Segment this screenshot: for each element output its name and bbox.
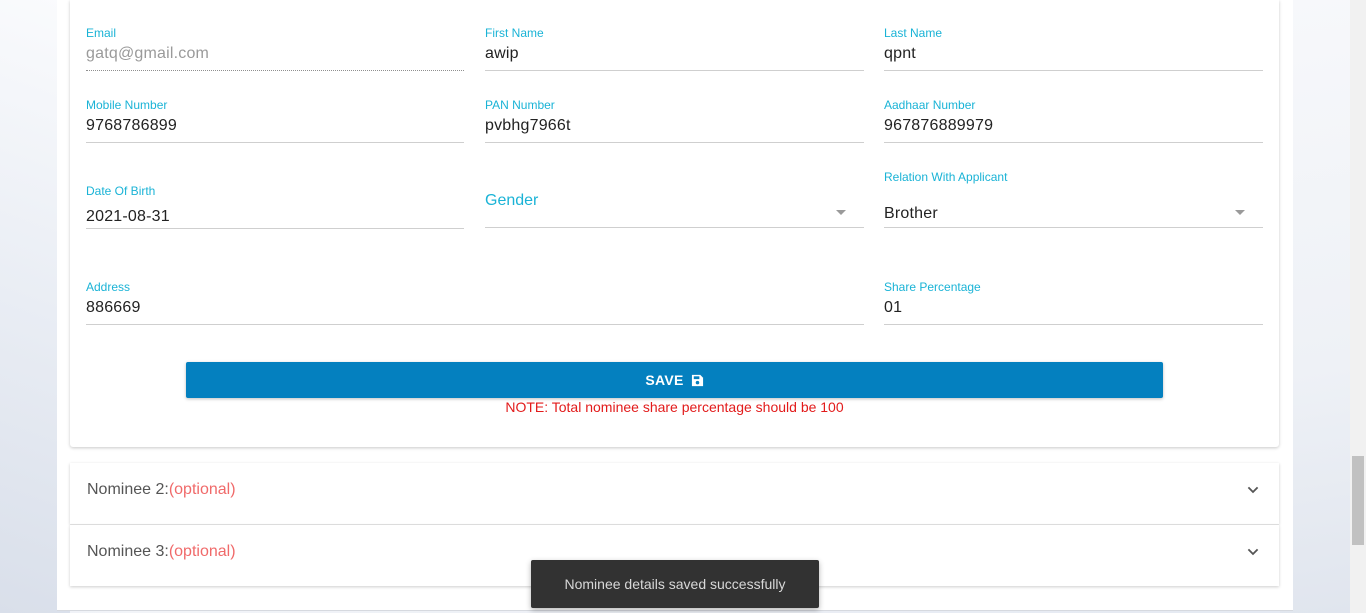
relation-value: Brother bbox=[884, 205, 938, 222]
date-of-birth-label: Date Of Birth bbox=[86, 184, 156, 198]
save-button[interactable]: SAVE bbox=[186, 362, 1163, 398]
success-toast: Nominee details saved successfully bbox=[531, 560, 819, 608]
first-name-underline bbox=[485, 70, 864, 71]
pan-number-label: PAN Number bbox=[485, 98, 555, 112]
share-percentage-underline bbox=[884, 324, 1263, 325]
first-name-field[interactable]: First Name awip bbox=[485, 24, 864, 74]
email-label: Email bbox=[86, 26, 117, 40]
date-of-birth-underline bbox=[86, 228, 464, 229]
chevron-down-icon[interactable] bbox=[1247, 486, 1259, 494]
aadhaar-number-field[interactable]: Aadhaar Number 967876889979 bbox=[884, 96, 1263, 146]
nominee-2-title: Nominee 2:(optional) bbox=[87, 481, 236, 499]
date-of-birth-field[interactable]: Date Of Birth 2021-08-31 bbox=[86, 182, 464, 232]
last-name-value: qpnt bbox=[884, 45, 916, 62]
share-percentage-label: Share Percentage bbox=[884, 280, 981, 294]
last-name-label: Last Name bbox=[884, 26, 943, 40]
gender-dropdown-icon bbox=[836, 210, 846, 215]
email-underline bbox=[86, 70, 464, 71]
share-percentage-field[interactable]: Share Percentage 01 bbox=[884, 278, 1263, 328]
gender-label: Gender bbox=[485, 192, 539, 209]
aadhaar-number-label: Aadhaar Number bbox=[884, 98, 976, 112]
nominee-2-label: Nominee 2: bbox=[87, 481, 169, 498]
chevron-down-icon[interactable] bbox=[1247, 548, 1259, 556]
page-scrollbar[interactable] bbox=[1350, 0, 1366, 613]
nominee-2-optional: (optional) bbox=[168, 481, 236, 498]
last-name-field[interactable]: Last Name qpnt bbox=[884, 24, 1263, 74]
relation-underline bbox=[884, 227, 1263, 228]
mobile-number-field[interactable]: Mobile Number 9768786899 bbox=[86, 96, 464, 146]
address-field[interactable]: Address 886669 bbox=[86, 278, 864, 328]
nominee-3-optional: (optional) bbox=[168, 543, 236, 560]
address-underline bbox=[86, 324, 864, 325]
aadhaar-number-value: 967876889979 bbox=[884, 117, 994, 134]
pan-number-field[interactable]: PAN Number pvbhg7966t bbox=[485, 96, 864, 146]
mobile-number-underline bbox=[86, 142, 464, 143]
pan-number-value: pvbhg7966t bbox=[485, 117, 571, 134]
nominee-3-title: Nominee 3:(optional) bbox=[87, 543, 236, 561]
share-note: NOTE: Total nominee share percentage sho… bbox=[505, 399, 844, 415]
email-value: gatq@gmail.com bbox=[86, 45, 210, 62]
first-name-label: First Name bbox=[485, 26, 544, 40]
gender-select[interactable]: Gender bbox=[485, 190, 864, 230]
address-label: Address bbox=[86, 280, 131, 294]
share-percentage-value: 01 bbox=[884, 299, 903, 316]
email-field[interactable]: Email gatq@gmail.com bbox=[86, 24, 464, 74]
aadhaar-number-underline bbox=[884, 142, 1263, 143]
last-name-underline bbox=[884, 70, 1263, 71]
toast-message: Nominee details saved successfully bbox=[564, 576, 786, 592]
gender-underline bbox=[485, 227, 864, 228]
floppy-disk-icon bbox=[691, 374, 703, 386]
nominee-2-panel[interactable]: Nominee 2:(optional) bbox=[70, 463, 1279, 524]
first-name-value: awip bbox=[485, 45, 519, 62]
relation-dropdown-icon bbox=[1235, 210, 1245, 215]
save-button-label: SAVE bbox=[645, 372, 684, 388]
nominee-3-label: Nominee 3: bbox=[87, 543, 169, 560]
address-value: 886669 bbox=[86, 299, 141, 316]
relation-label: Relation With Applicant bbox=[884, 170, 1008, 184]
pan-number-underline bbox=[485, 142, 864, 143]
date-of-birth-value: 2021-08-31 bbox=[86, 208, 170, 225]
scrollbar-thumb[interactable] bbox=[1352, 456, 1364, 545]
relation-with-applicant-select[interactable]: Relation With Applicant Brother bbox=[884, 168, 1263, 230]
mobile-number-value: 9768786899 bbox=[86, 117, 177, 134]
mobile-number-label: Mobile Number bbox=[86, 98, 168, 112]
